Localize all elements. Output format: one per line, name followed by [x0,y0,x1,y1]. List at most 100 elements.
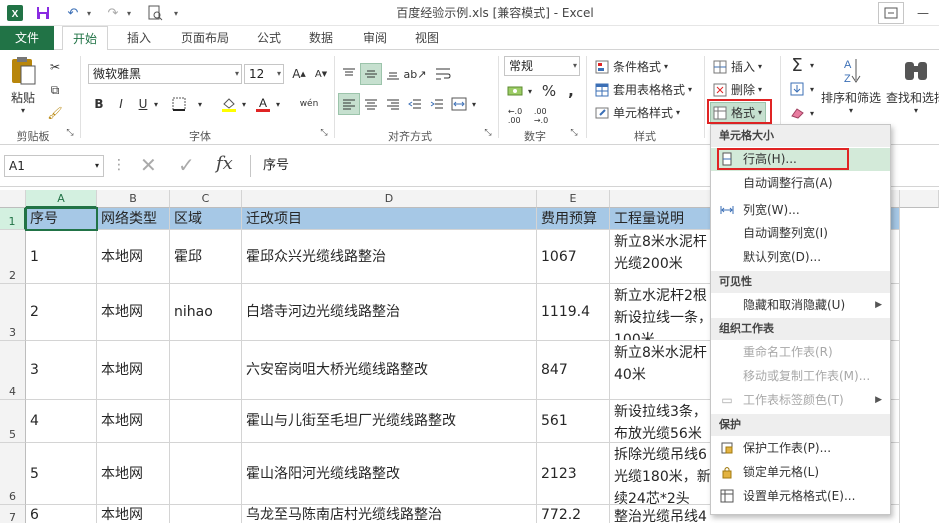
decrease-decimal-icon[interactable]: .00 →.0 [530,105,552,127]
table-cell[interactable]: 4 [26,400,97,443]
column-header-a[interactable]: A [26,190,97,208]
phonetic-icon[interactable]: wén [296,93,322,115]
currency-icon[interactable] [504,80,526,102]
table-cell[interactable]: 白塔寺河边光缆线路整治 [242,284,537,341]
grow-font-icon[interactable]: A ▲ [288,63,310,85]
tab-insert[interactable]: 插入 [116,26,162,50]
menu-item-autofit-column-width[interactable]: 自动调整列宽(I) [711,222,890,245]
tab-home[interactable]: 开始 [62,26,108,51]
header-cell[interactable]: 网络类型 [97,208,170,230]
name-box[interactable]: A1 ▾ [4,155,104,177]
menu-item-default-width[interactable]: 默认列宽(D)... [711,246,890,269]
fill-dropdown-icon[interactable]: ▾ [806,78,818,100]
conditional-format-button[interactable]: 条件格式 ▾ [594,58,668,75]
align-right-icon[interactable] [382,93,404,115]
insert-function-icon[interactable]: fx [216,153,233,174]
row-header[interactable]: 2 [0,230,26,284]
undo-icon[interactable]: ↶ [62,3,84,23]
number-format-select[interactable]: 常规 ▾ [504,56,580,76]
align-left-icon[interactable] [338,93,360,115]
find-select-button[interactable]: 查找和选择 ▾ [886,56,939,115]
currency-dropdown-icon[interactable]: ▾ [524,80,536,102]
cell-styles-button[interactable]: 单元格样式 ▾ [594,104,680,121]
font-name-select[interactable]: 微软雅黑 ▾ [88,64,242,84]
format-painter-icon[interactable]: 🖌 [44,102,66,124]
table-cell[interactable] [170,341,242,400]
undo-dropdown-icon[interactable]: ▾ [84,3,94,23]
tab-file[interactable]: 文件 [0,26,54,50]
number-launcher-icon[interactable]: ⤡ [568,128,580,138]
delete-cells-button[interactable]: 删除 ▾ [712,81,762,98]
header-cell[interactable]: 费用预算 [537,208,610,230]
increase-decimal-icon[interactable]: ←.0.00 [504,105,526,127]
cancel-icon[interactable]: ✕ [140,153,157,177]
fill-icon[interactable] [786,78,808,100]
clear-dropdown-icon[interactable]: ▾ [806,102,818,124]
table-cell[interactable]: 847 [537,341,610,400]
table-cell[interactable]: 5 [26,443,97,505]
bold-button[interactable]: B [88,93,110,115]
row-header[interactable]: 7 [0,505,26,523]
table-cell[interactable]: 六安窑岗咀大桥光缆线路整改 [242,341,537,400]
paste-button[interactable]: 粘贴 ▾ [6,56,40,120]
menu-item-rename-sheet[interactable]: 重命名工作表(R) [711,341,890,364]
clipboard-launcher-icon[interactable]: ⤡ [64,128,76,138]
table-cell[interactable]: 本地网 [97,284,170,341]
row-header[interactable]: 4 [0,341,26,400]
minimize-icon[interactable]: — [910,2,936,24]
menu-item-lock-cell[interactable]: 锁定单元格(L) [711,461,890,484]
table-cell[interactable]: 本地网 [97,230,170,284]
table-cell[interactable]: 3 [26,341,97,400]
font-color-dropdown-icon[interactable]: ▾ [272,93,284,115]
table-cell[interactable]: 霍邱 [170,230,242,284]
format-as-table-button[interactable]: 套用表格格式 ▾ [594,81,692,98]
enter-icon[interactable]: ✓ [178,153,195,177]
table-cell[interactable]: 1067 [537,230,610,284]
table-cell[interactable]: 772.2 [537,505,610,523]
table-cell[interactable]: nihao [170,284,242,341]
row-header[interactable]: 6 [0,443,26,505]
table-cell[interactable]: 霍山与儿街至毛坦厂光缆线路整改 [242,400,537,443]
save-icon[interactable] [32,3,54,23]
border-icon[interactable] [168,93,190,115]
percent-button[interactable]: % [538,80,560,102]
column-header-d[interactable]: D [242,190,537,208]
autosum-dropdown-icon[interactable]: ▾ [806,54,818,76]
border-dropdown-icon[interactable]: ▾ [194,93,206,115]
column-header-e[interactable]: E [537,190,610,208]
align-bottom-icon[interactable] [382,63,404,85]
column-header-c[interactable]: C [170,190,242,208]
row-header[interactable]: 5 [0,400,26,443]
font-color-icon[interactable]: A [252,93,274,115]
fill-color-dropdown-icon[interactable]: ▾ [238,93,250,115]
table-cell[interactable]: 乌龙至马陈南店村光缆线路整治 [242,505,537,523]
menu-item-autofit-row-height[interactable]: 自动调整行高(A) [711,172,890,195]
autosum-icon[interactable]: Σ [786,54,808,76]
select-all-corner[interactable] [0,190,26,208]
menu-item-hide-unhide[interactable]: 隐藏和取消隐藏(U) ▶ [711,294,890,317]
underline-dropdown-icon[interactable]: ▾ [150,93,162,115]
table-cell[interactable] [170,400,242,443]
table-cell[interactable]: 本地网 [97,505,170,523]
fill-color-icon[interactable] [218,93,240,115]
menu-item-column-width[interactable]: 列宽(W)... [711,199,890,222]
tab-data[interactable]: 数据 [298,26,344,50]
header-cell[interactable]: 迁改项目 [242,208,537,230]
indent-increase-icon[interactable] [426,93,448,115]
cut-icon[interactable]: ✂ [44,56,66,78]
table-cell[interactable]: 霍山洛阳河光缆线路整改 [242,443,537,505]
italic-button[interactable]: I [110,93,132,115]
customize-toolbar-icon[interactable]: ▾ [170,3,182,23]
wrap-text-icon[interactable] [432,63,454,85]
align-center-icon[interactable] [360,93,382,115]
shrink-font-icon[interactable]: A ▼ [310,63,332,85]
table-cell[interactable] [170,505,242,523]
tab-formulas[interactable]: 公式 [248,26,290,50]
menu-item-move-copy-sheet[interactable]: 移动或复制工作表(M)... [711,365,890,388]
table-cell[interactable]: 6 [26,505,97,523]
table-cell[interactable]: 1 [26,230,97,284]
merge-center-icon[interactable] [448,93,470,115]
table-cell[interactable]: 本地网 [97,341,170,400]
column-header-g[interactable] [900,190,939,208]
align-middle-icon[interactable] [360,63,382,85]
